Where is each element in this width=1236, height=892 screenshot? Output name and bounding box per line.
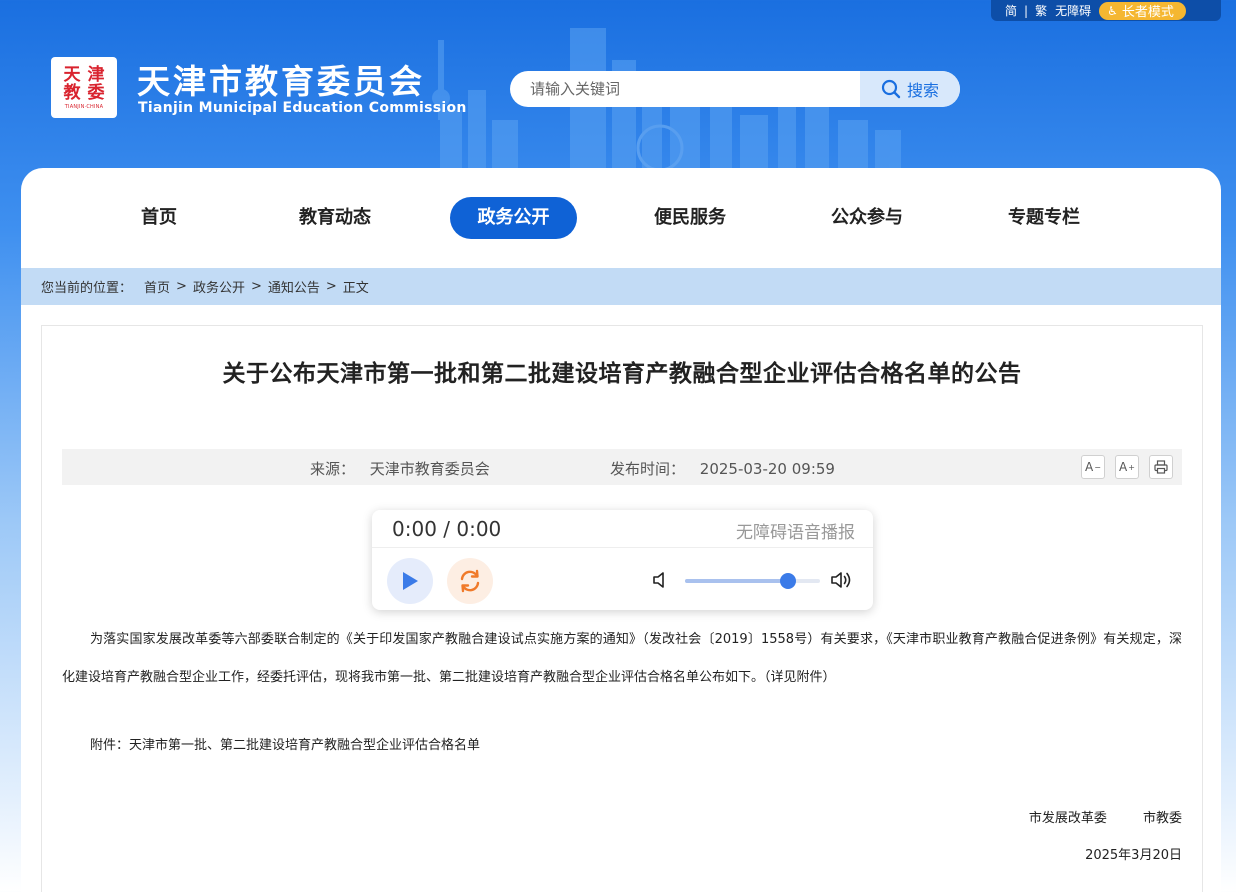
font-increase-button[interactable]: A + [1115, 455, 1139, 479]
signer: 市教委 [1142, 811, 1182, 826]
player-divider [372, 547, 873, 548]
article-meta-bar: 来源： 天津市教育委员会 发布时间： 2025-03-20 09:59 A − A… [62, 449, 1182, 485]
site-title: 天津市教育委员会 [137, 62, 425, 101]
publish-time-label: 发布时间： [610, 460, 686, 478]
volume-high-icon [831, 572, 851, 588]
player-label: 无障碍语音播报 [736, 523, 855, 543]
nav-item-public-services[interactable]: 便民服务 [644, 197, 736, 239]
logo-char: 津 [87, 64, 105, 85]
article-publish-time: 发布时间： 2025-03-20 09:59 [610, 458, 835, 479]
main-nav: 首页 教育动态 政务公开 便民服务 公众参与 专题专栏 [21, 168, 1221, 268]
utility-bar: 简 | 繁 无障碍 ♿ 长者模式 [991, 0, 1221, 21]
logo-char: 教 [63, 82, 81, 103]
breadcrumb-separator: > [250, 279, 262, 294]
nav-item-special-topics[interactable]: 专题专栏 [998, 197, 1090, 239]
font-increase-sign: + [1128, 462, 1135, 472]
volume-mute-button[interactable] [652, 570, 672, 594]
volume-slider-fill [685, 579, 788, 583]
util-divider: | [1024, 3, 1029, 18]
traditional-chinese-link[interactable]: 繁 [1035, 2, 1047, 19]
volume-low-icon [653, 572, 664, 588]
publish-time-value: 2025-03-20 09:59 [699, 460, 835, 478]
breadcrumb-government-affairs[interactable]: 政务公开 [193, 277, 245, 296]
article-source: 来源： 天津市教育委员会 [310, 458, 490, 479]
volume-slider[interactable] [685, 573, 820, 589]
breadcrumb-separator: > [176, 279, 187, 294]
elder-mode-button[interactable]: ♿ 长者模式 [1099, 1, 1186, 20]
print-icon [1154, 460, 1168, 474]
article-attachment-link[interactable]: 附件：天津市第一批、第二批建设培育产教融合型企业评估合格名单 [90, 734, 480, 753]
search-button-label: 搜索 [906, 81, 939, 100]
font-decrease-icon: A [1085, 460, 1094, 474]
play-icon [403, 572, 418, 590]
article-card: 关于公布天津市第一批和第二批建设培育产教融合型企业评估合格名单的公告 来源： 天… [41, 325, 1203, 892]
breadcrumb: 您当前的位置： 首页 > 政务公开 > 通知公告 > 正文 [21, 268, 1221, 305]
font-decrease-sign: − [1094, 462, 1101, 472]
simplified-chinese-link[interactable]: 简 [1005, 2, 1017, 19]
elder-person-icon: ♿ [1107, 3, 1118, 18]
logo-char: 天 [63, 64, 81, 85]
source-value: 天津市教育委员会 [369, 460, 490, 478]
audio-player: 0:00 / 0:00 无障碍语音播报 [372, 510, 873, 610]
search-box: 搜索 [510, 71, 960, 107]
accessibility-link[interactable]: 无障碍 [1055, 2, 1091, 19]
breadcrumb-separator: > [325, 279, 337, 294]
loop-button[interactable] [447, 558, 493, 604]
logo-subtext: TIANJIN·CHINA [64, 103, 104, 110]
breadcrumb-home[interactable]: 首页 [144, 277, 170, 296]
site-logo[interactable]: 天 津 教 委 TIANJIN·CHINA [51, 57, 117, 118]
breadcrumb-label: 您当前的位置： [41, 281, 133, 296]
volume-slider-handle[interactable] [779, 573, 796, 589]
play-button[interactable] [387, 558, 433, 604]
site-subtitle: Tianjin Municipal Education Commission [138, 100, 467, 116]
search-input[interactable] [510, 71, 860, 107]
main-container: 首页 教育动态 政务公开 便民服务 公众参与 专题专栏 您当前的位置： 首页 >… [21, 168, 1221, 892]
nav-item-home[interactable]: 首页 [113, 197, 205, 239]
breadcrumb-notices[interactable]: 通知公告 [268, 277, 320, 296]
source-label: 来源： [310, 460, 356, 478]
breadcrumb-current: 正文 [342, 281, 369, 296]
font-decrease-button[interactable]: A − [1081, 455, 1105, 479]
player-time: 0:00 / 0:00 [392, 517, 502, 541]
elder-mode-label: 长者模式 [1121, 5, 1174, 20]
search-button[interactable]: 搜索 [860, 71, 960, 107]
logo-char: 委 [87, 82, 105, 103]
loop-icon [460, 569, 480, 593]
nav-item-government-affairs[interactable]: 政务公开 [450, 197, 577, 239]
signer: 市发展改革委 [1028, 811, 1107, 826]
print-button[interactable] [1149, 455, 1173, 479]
volume-max-button[interactable] [830, 569, 854, 595]
font-increase-icon: A [1119, 460, 1128, 474]
logo-seal: 天 津 教 委 [60, 66, 108, 102]
article-title: 关于公布天津市第一批和第二批建设培育产教融合型企业评估合格名单的公告 [222, 361, 1022, 387]
article-signers: 市发展改革委 市教委 [1029, 807, 1182, 826]
nav-item-public-participation[interactable]: 公众参与 [821, 197, 913, 239]
article-body: 为落实国家发展改革委等六部委联合制定的《关于印发国家产教融合建设试点实施方案的通… [62, 632, 1182, 685]
article-sign-date: 2025年3月20日 [1085, 848, 1182, 863]
nav-item-education-news[interactable]: 教育动态 [289, 197, 381, 239]
search-icon [881, 79, 901, 99]
